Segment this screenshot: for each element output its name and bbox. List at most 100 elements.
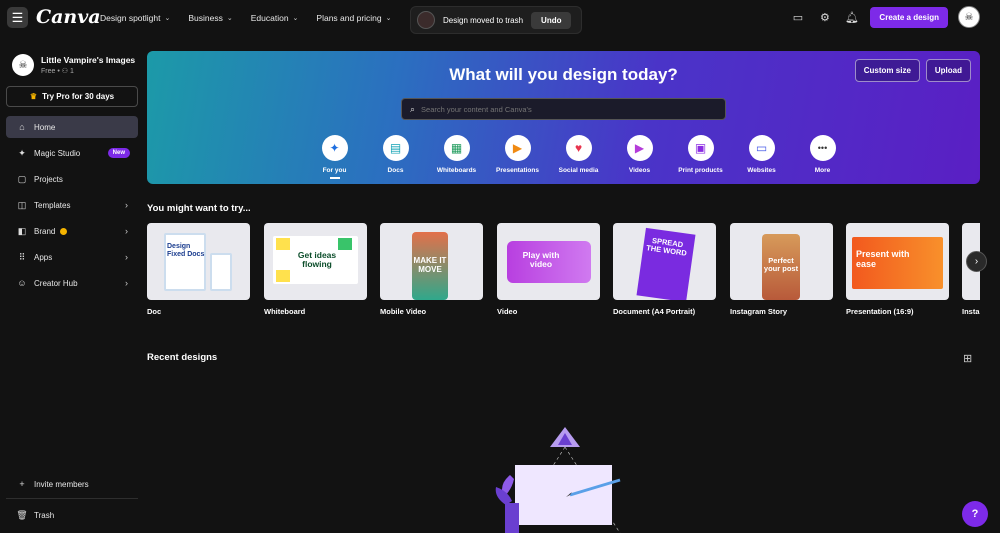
chevron-right-icon: › xyxy=(125,226,128,236)
doc-icon: ▤ xyxy=(382,135,409,161)
avatar: ☠ xyxy=(12,54,34,76)
create-design-button[interactable]: Create a design xyxy=(870,6,948,28)
creator-icon: ☺ xyxy=(17,278,27,288)
top-nav: Design spotlight ⌄ Business ⌄ Education ⌄ P… xyxy=(100,0,432,36)
invite-label: Invite members xyxy=(34,479,89,489)
card-label: Document (A4 Portrait) xyxy=(613,307,696,316)
user-avatar[interactable]: ☠ xyxy=(958,6,980,28)
thumb-text: Perfect your post xyxy=(763,256,799,273)
video-icon: ▶ xyxy=(626,135,653,161)
nav-design-spotlight[interactable]: Design spotlight ⌄ xyxy=(100,13,170,23)
home-icon: ⌂ xyxy=(19,122,25,132)
gear-icon[interactable]: ⚙ xyxy=(816,9,833,26)
sidebar-item-apps[interactable]: ⠿ Apps › xyxy=(6,246,138,268)
sidebar-item-projects[interactable]: ▢ Projects xyxy=(6,168,138,190)
category-label: Videos xyxy=(628,167,651,174)
top-bar: ☰ Canva Design spotlight ⌄ Business ⌄ Educ… xyxy=(0,0,1000,36)
nav-label: Design spotlight xyxy=(100,13,161,23)
card-document-a4[interactable]: SPREAD THE WORD Document (A4 Portrait) xyxy=(613,223,716,316)
category-docs[interactable]: ▤ Docs xyxy=(365,135,426,179)
trash-label: Trash xyxy=(34,510,55,520)
card-thumbnail: Play with video xyxy=(497,223,600,300)
sidebar-item-label: Apps xyxy=(34,252,53,262)
sidebar-item-label: Templates xyxy=(34,200,71,210)
nav-business[interactable]: Business ⌄ xyxy=(188,13,232,23)
category-row: ✦ For you ▤ Docs ▦ Whiteboards ▶ Presentatio… xyxy=(304,135,853,179)
recent-designs-title: Recent designs xyxy=(147,352,218,363)
chevron-right-icon: › xyxy=(125,278,128,288)
sidebar-item-label: Home xyxy=(34,122,56,132)
category-for-you[interactable]: ✦ For you xyxy=(304,135,365,179)
card-whiteboard[interactable]: Get ideas flowing Whiteboard xyxy=(264,223,367,316)
category-print-products[interactable]: ▣ Print products xyxy=(670,135,731,179)
category-whiteboards[interactable]: ▦ Whiteboards xyxy=(426,135,487,179)
grid-view-icon[interactable]: ⊞ xyxy=(963,352,972,365)
custom-size-button[interactable]: Custom size xyxy=(854,59,920,82)
plan-label: Free • xyxy=(41,68,62,75)
canva-logo[interactable]: Canva xyxy=(36,6,101,28)
card-thumbnail: MAKE IT MOVE xyxy=(380,223,483,300)
sidebar-item-label: Creator Hub xyxy=(34,278,78,288)
card-doc[interactable]: Design Fixed Docs Doc xyxy=(147,223,250,316)
card-label: Video xyxy=(497,307,518,316)
category-videos[interactable]: ▶ Videos xyxy=(609,135,670,179)
printer-icon: ▣ xyxy=(687,135,714,161)
thumb-text: Present with ease xyxy=(856,249,910,269)
bell-icon[interactable]: 🔔︎ xyxy=(843,9,860,26)
undo-button[interactable]: Undo xyxy=(531,11,572,29)
toast-avatar xyxy=(417,11,435,29)
card-video[interactable]: Play with video Video xyxy=(497,223,600,316)
category-more[interactable]: ••• More xyxy=(792,135,853,179)
sidebar-item-creator-hub[interactable]: ☺ Creator Hub › xyxy=(6,272,138,294)
nav-education[interactable]: Education ⌄ xyxy=(251,13,299,23)
sidebar-nav: ⌂ Home ✦ Magic Studio New ▢ Projects ◫ Templa… xyxy=(6,116,138,298)
upload-button[interactable]: Upload xyxy=(925,59,971,82)
sparkle-icon: ✦ xyxy=(321,135,348,161)
category-social-media[interactable]: ♥ Social media xyxy=(548,135,609,179)
invite-members-button[interactable]: + Invite members xyxy=(6,473,138,495)
more-icon: ••• xyxy=(809,135,836,161)
crown-badge-icon xyxy=(60,227,68,235)
sidebar-item-label: Brand xyxy=(34,226,56,236)
chevron-down-icon: ⌄ xyxy=(292,15,299,22)
help-button[interactable]: ? xyxy=(962,501,988,527)
sidebar-item-templates[interactable]: ◫ Templates › xyxy=(6,194,138,216)
card-label: Doc xyxy=(147,307,162,316)
card-label: Presentation (16:9) xyxy=(846,307,914,316)
suggestion-cards: Design Fixed Docs Doc Get ideas flowing … xyxy=(147,223,980,323)
suggestions-title: You might want to try... xyxy=(147,203,251,214)
crown-icon: ♛ xyxy=(29,92,38,101)
profile-plan: Free • ⚇ 1 xyxy=(41,67,135,75)
card-thumbnail: Perfect your post xyxy=(730,223,833,300)
new-badge: New xyxy=(107,148,130,158)
category-label: Social media xyxy=(558,167,599,174)
card-mobile-video[interactable]: MAKE IT MOVE Mobile Video xyxy=(380,223,483,316)
apps-icon: ⠿ xyxy=(18,251,26,262)
sidebar-item-brand[interactable]: ◧ Brand › xyxy=(6,220,138,242)
sidebar-item-magic-studio[interactable]: ✦ Magic Studio New xyxy=(6,142,138,164)
card-presentation[interactable]: Present with ease Presentation (16:9) xyxy=(846,223,949,316)
desktop-icon[interactable]: ▭ xyxy=(789,9,806,26)
scroll-right-button[interactable]: › xyxy=(966,251,987,272)
card-instagram-story[interactable]: Perfect your post Instagram Story xyxy=(730,223,833,316)
category-websites[interactable]: ▭ Websites xyxy=(731,135,792,179)
templates-icon: ◫ xyxy=(17,199,27,210)
nav-plans-pricing[interactable]: Plans and pricing ⌄ xyxy=(316,13,391,23)
trash-section: 🗑︎ Trash xyxy=(6,504,138,530)
try-pro-button[interactable]: ♛ Try Pro for 30 days xyxy=(6,86,138,107)
menu-icon[interactable]: ☰ xyxy=(7,7,28,28)
profile-switcher[interactable]: ☠ Little Vampire's Images Free • ⚇ 1 xyxy=(12,54,135,76)
toast-notification: Design moved to trash Undo xyxy=(410,6,582,34)
hero-banner: What will you design today? Custom size … xyxy=(147,51,980,184)
chevron-right-icon: › xyxy=(125,200,128,210)
search-bar[interactable]: ⌕ xyxy=(401,98,726,120)
category-presentations[interactable]: ▶ Presentations xyxy=(487,135,548,179)
people-icon: ⚇ xyxy=(61,68,70,75)
sidebar-item-trash[interactable]: 🗑︎ Trash xyxy=(6,504,138,526)
sidebar-item-home[interactable]: ⌂ Home xyxy=(6,116,138,138)
category-label: Websites xyxy=(747,167,776,174)
nav-label: Business xyxy=(188,13,223,23)
hero-actions: Custom size Upload xyxy=(854,59,971,82)
search-input[interactable] xyxy=(421,104,702,114)
chevron-down-icon: ⌄ xyxy=(226,15,233,22)
